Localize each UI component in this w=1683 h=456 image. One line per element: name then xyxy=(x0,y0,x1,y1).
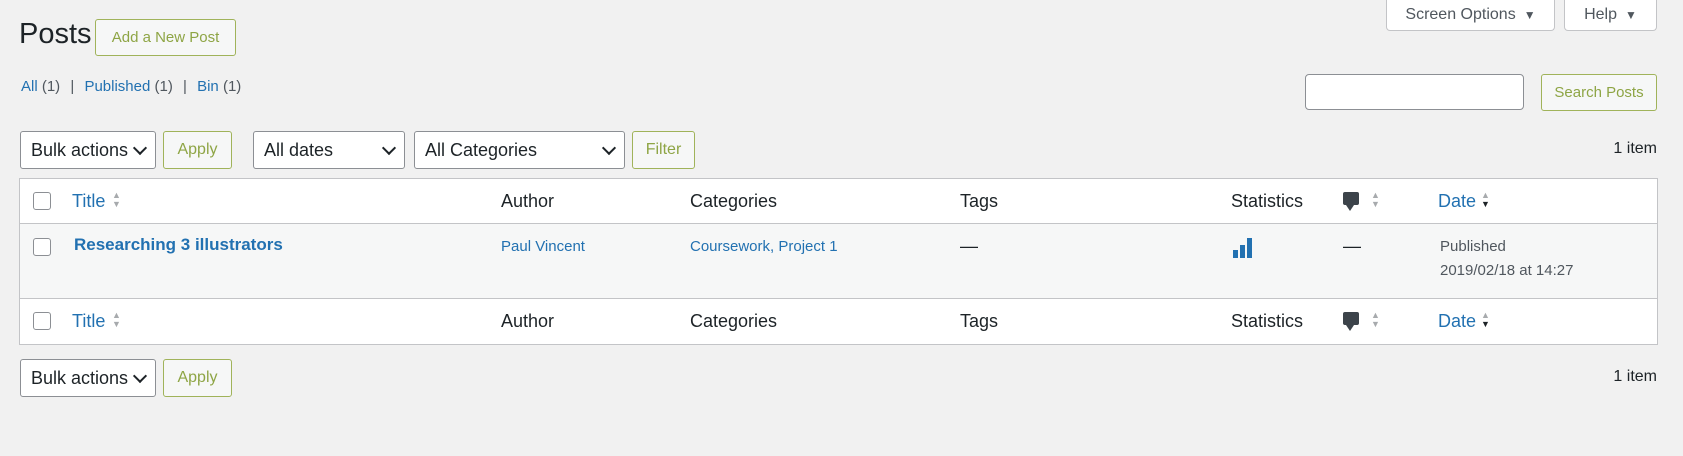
bulk-actions-label: Bulk actions xyxy=(31,367,129,388)
view-bin-link[interactable]: Bin xyxy=(197,78,219,95)
sort-arrows-icon[interactable]: ▲ ▼ xyxy=(1371,311,1380,329)
post-comments: — xyxy=(1343,236,1361,256)
filter-button[interactable]: Filter xyxy=(632,131,695,169)
column-statistics: Statistics xyxy=(1231,191,1304,211)
item-count-bottom: 1 item xyxy=(1613,368,1657,385)
column-categories: Categories xyxy=(690,191,778,211)
posts-table: Title ▲ ▼ Author Categories Tags Statisti… xyxy=(19,178,1658,345)
screen-options-label: Screen Options xyxy=(1405,6,1516,23)
post-author-link[interactable]: Paul Vincent xyxy=(501,238,585,255)
select-all-checkbox-footer[interactable] xyxy=(33,312,51,330)
sort-arrows-icon[interactable]: ▲ ▼ xyxy=(1371,191,1380,209)
chevron-down-icon xyxy=(132,368,148,384)
bulk-actions-label: Bulk actions xyxy=(31,139,129,160)
post-date: 2019/02/18 at 14:27 xyxy=(1440,262,1574,279)
view-bin-count: (1) xyxy=(222,78,242,95)
add-new-post-button[interactable]: Add a New Post xyxy=(95,19,236,56)
post-status-views: All (1) | Published (1) | Bin (1) xyxy=(21,78,241,95)
column-author: Author xyxy=(501,191,555,211)
dates-filter-select[interactable]: All dates xyxy=(253,131,405,169)
column-title-sort-footer[interactable]: Title xyxy=(72,311,105,332)
help-label: Help xyxy=(1584,6,1617,23)
bulk-apply-button[interactable]: Apply xyxy=(163,131,232,169)
page-title: Posts xyxy=(19,18,92,50)
sort-arrows-icon[interactable]: ▲ ▼ xyxy=(1481,311,1490,329)
row-checkbox[interactable] xyxy=(33,238,51,256)
table-header-row: Title ▲ ▼ Author Categories Tags Statisti… xyxy=(20,179,1657,224)
column-date-sort[interactable]: Date xyxy=(1438,191,1476,212)
categories-filter-select[interactable]: All Categories xyxy=(414,131,625,169)
search-posts-button[interactable]: Search Posts xyxy=(1541,74,1657,111)
table-row: Researching 3 illustrators Paul Vincent … xyxy=(20,224,1657,299)
view-all-link[interactable]: All xyxy=(21,78,38,95)
categories-filter-label: All Categories xyxy=(425,139,538,160)
dates-filter-label: All dates xyxy=(264,139,334,160)
comment-bubble-icon xyxy=(1343,192,1359,211)
column-tags-footer: Tags xyxy=(960,311,999,331)
comment-bubble-icon xyxy=(1343,312,1359,331)
column-title-sort[interactable]: Title xyxy=(72,191,105,212)
column-categories-footer: Categories xyxy=(690,311,778,331)
view-all-count: (1) xyxy=(41,78,61,95)
column-date-sort-footer[interactable]: Date xyxy=(1438,311,1476,332)
bar-chart-icon[interactable] xyxy=(1233,238,1252,258)
chevron-down-icon: ▼ xyxy=(1625,8,1637,22)
column-statistics-footer: Statistics xyxy=(1231,311,1304,331)
search-input[interactable] xyxy=(1305,74,1524,110)
item-count: 1 item xyxy=(1613,140,1657,157)
post-title-link[interactable]: Researching 3 illustrators xyxy=(74,235,283,255)
view-published-count: (1) xyxy=(154,78,173,95)
post-tags: — xyxy=(960,236,978,256)
post-status: Published xyxy=(1440,238,1506,255)
select-all-checkbox[interactable] xyxy=(33,192,51,210)
bulk-actions-select-bottom[interactable]: Bulk actions xyxy=(20,359,156,397)
chevron-down-icon xyxy=(601,140,617,156)
column-tags: Tags xyxy=(960,191,999,211)
column-author-footer: Author xyxy=(501,311,555,331)
help-button[interactable]: Help ▼ xyxy=(1564,0,1657,31)
view-published-link[interactable]: Published xyxy=(84,78,150,95)
table-footer-row: Title ▲ ▼ Author Categories Tags Statisti… xyxy=(20,299,1657,343)
chevron-down-icon: ▼ xyxy=(1523,8,1536,22)
post-categories-link[interactable]: Coursework, Project 1 xyxy=(690,238,838,255)
bulk-actions-select[interactable]: Bulk actions xyxy=(20,131,156,169)
chevron-down-icon xyxy=(132,140,148,156)
chevron-down-icon xyxy=(381,140,397,156)
sort-arrows-icon[interactable]: ▲ ▼ xyxy=(1481,191,1490,209)
sort-arrows-icon[interactable]: ▲ ▼ xyxy=(112,311,121,329)
bulk-apply-button-bottom[interactable]: Apply xyxy=(163,359,232,397)
sort-arrows-icon[interactable]: ▲ ▼ xyxy=(112,191,121,209)
views-separator: | xyxy=(70,78,75,95)
views-separator: | xyxy=(183,78,187,95)
screen-options-button[interactable]: Screen Options ▼ xyxy=(1386,0,1555,31)
